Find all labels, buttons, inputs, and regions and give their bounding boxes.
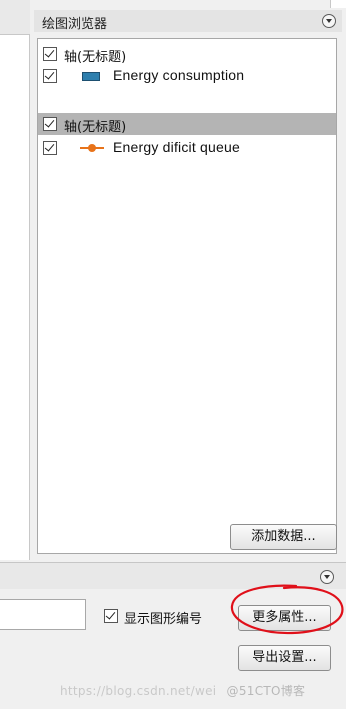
figure-name-input[interactable]: [0, 599, 86, 630]
plot-browser-title: 绘图浏览器: [42, 17, 108, 32]
energy-consumption-label: Energy consumption: [113, 67, 245, 83]
top-right-fragment: [330, 0, 346, 8]
tree-item-axis-2[interactable]: 轴(无标题): [38, 113, 336, 135]
energy-dificit-queue-label: Energy dificit queue: [113, 139, 240, 155]
watermark-url: https://blog.csdn.net/wei: [60, 684, 217, 698]
tree-item-energy-consumption[interactable]: Energy consumption: [38, 65, 336, 87]
axis-2-checkbox[interactable]: [43, 117, 57, 131]
plot-browser-list[interactable]: 轴(无标题) Energy consumption 轴(无标题) Energy …: [37, 38, 337, 554]
export-settings-button[interactable]: 导出设置...: [238, 645, 331, 671]
collapse-chevron-icon[interactable]: [322, 14, 336, 28]
tree-item-energy-dificit-queue[interactable]: Energy dificit queue: [38, 137, 336, 159]
figure-property-editor: 绘图浏览器 轴(无标题) Energy consumption 轴(无标题) E…: [0, 0, 346, 709]
axis-2-label: 轴(无标题): [64, 120, 127, 135]
more-properties-button[interactable]: 更多属性...: [238, 605, 331, 631]
left-panel-content: [0, 34, 30, 560]
axis-1-checkbox[interactable]: [43, 47, 57, 61]
tree-item-axis-1[interactable]: 轴(无标题): [38, 43, 336, 65]
watermark: https://blog.csdn.net/wei @51CTO博客: [60, 682, 305, 699]
energy-dificit-queue-checkbox[interactable]: [43, 141, 57, 155]
bottom-panel-header: [0, 563, 346, 589]
watermark-brand: @51CTO博客: [226, 684, 306, 698]
collapse-chevron-icon[interactable]: [320, 570, 334, 584]
show-figure-number-label: 显示图形编号: [124, 612, 203, 627]
add-data-button[interactable]: 添加数据...: [230, 524, 337, 550]
axis-1-label: 轴(无标题): [64, 50, 127, 65]
bar-series-swatch-icon: [82, 72, 100, 81]
energy-consumption-checkbox[interactable]: [43, 69, 57, 83]
line-series-swatch-icon: [80, 142, 104, 154]
show-figure-number-checkbox[interactable]: [104, 609, 118, 623]
plot-browser-panel: 绘图浏览器 轴(无标题) Energy consumption 轴(无标题) E…: [34, 10, 342, 558]
left-panel-fragment: [0, 0, 30, 560]
plot-browser-header: 绘图浏览器: [34, 10, 342, 32]
